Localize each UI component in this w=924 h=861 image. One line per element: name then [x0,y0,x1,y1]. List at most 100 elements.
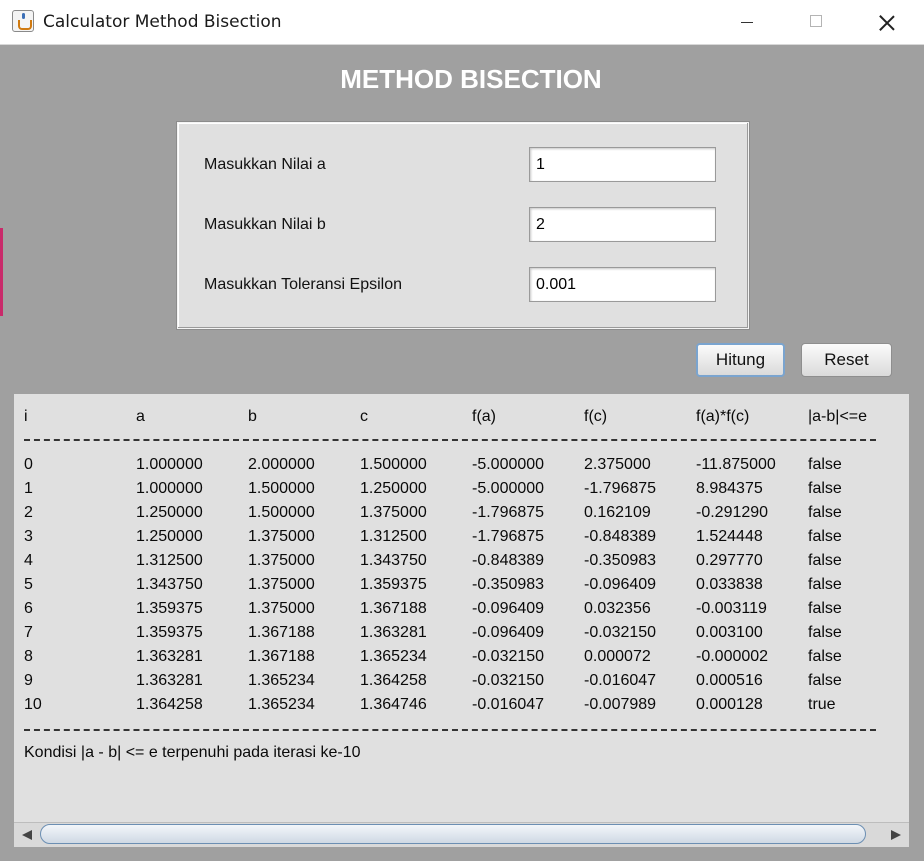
table-cell: 3 [24,528,33,545]
table-cell: false [808,456,842,473]
table-cell: 1.365234 [248,696,315,713]
table-cell: -0.096409 [472,600,545,617]
table-cell: -0.016047 [584,672,657,689]
table-cell: 0.000072 [584,648,651,665]
column-header: b [248,408,257,425]
table-row: 1 1.000000 1.500000 1.250000 -5.000000 -1.796… [14,480,909,502]
table-cell: -0.350983 [584,552,657,569]
table-cell: 2.000000 [248,456,315,473]
column-header: |a-b|<=e [808,408,868,425]
separator-top [24,439,876,441]
input-nilai-b[interactable] [529,207,716,242]
table-cell: 1.365234 [248,672,315,689]
table-cell: 2 [24,504,33,521]
table-cell: -5.000000 [472,480,545,497]
table-cell: 1.363281 [360,624,427,641]
table-cell: 0.000128 [696,696,763,713]
table-cell: 1.000000 [136,456,203,473]
input-nilai-a[interactable] [529,147,716,182]
table-row: 6 1.359375 1.375000 1.367188 -0.096409 0.0323… [14,600,909,622]
page-title: METHOD BISECTION [340,64,602,94]
separator-bottom [24,729,876,731]
table-cell: 0.033838 [696,576,763,593]
table-cell: 1.250000 [136,528,203,545]
table-row: 7 1.359375 1.367188 1.363281 -0.096409 -0.032… [14,624,909,646]
table-cell: 1.363281 [136,648,203,665]
java-cup-icon [12,10,34,32]
table-row: 5 1.343750 1.375000 1.359375 -0.350983 -0.096… [14,576,909,598]
table-cell: false [808,528,842,545]
table-cell: 1.359375 [360,576,427,593]
table-cell: 1.359375 [136,624,203,641]
table-cell: 10 [24,696,42,713]
table-cell: 1.367188 [248,648,315,665]
table-cell: 1.250000 [360,480,427,497]
table-row: 9 1.363281 1.365234 1.364258 -0.032150 -0.016… [14,672,909,694]
table-cell: 1.375000 [248,528,315,545]
table-row: 8 1.363281 1.367188 1.365234 -0.032150 0.0000… [14,648,909,670]
table-cell: 1.359375 [136,600,203,617]
column-header: f(c) [584,408,608,425]
scroll-right-arrow-icon[interactable] [885,825,905,843]
table-cell: 1.312500 [136,552,203,569]
table-cell: 1.250000 [136,504,203,521]
hitung-button[interactable]: Hitung [696,343,785,377]
table-cell: -0.096409 [472,624,545,641]
table-cell: 1.000000 [136,480,203,497]
table-cell: 0.297770 [696,552,763,569]
table-cell: -0.003119 [696,600,767,617]
label-nilai-a: Masukkan Nilai a [204,156,326,173]
minimize-icon[interactable] [712,0,782,45]
table-cell: 1.364746 [360,696,427,713]
table-cell: -1.796875 [472,504,545,521]
table-cell: 0.162109 [584,504,651,521]
table-cell: 0.003100 [696,624,763,641]
table-cell: 8 [24,648,33,665]
column-header: f(a) [472,408,496,425]
column-header: f(a)*f(c) [696,408,750,425]
column-header: a [136,408,145,425]
table-cell: false [808,624,842,641]
table-cell: 1.524448 [696,528,763,545]
input-epsilon[interactable] [529,267,716,302]
table-cell: true [808,696,836,713]
table-cell: 4 [24,552,33,569]
table-row: 3 1.250000 1.375000 1.312500 -1.796875 -0.848… [14,528,909,550]
table-cell: false [808,504,842,521]
table-cell: 0.032356 [584,600,651,617]
table-cell: 9 [24,672,33,689]
table-cell: -0.032150 [472,672,545,689]
table-cell: -0.848389 [472,552,545,569]
result-text-area[interactable]: i a b c f(a) f(c) f(a)*f(c) |a-b|<=e 0 1.000000 2… [14,394,909,822]
close-icon[interactable] [852,0,922,45]
column-header: c [360,408,368,425]
table-cell: 1.365234 [360,648,427,665]
table-cell: -0.350983 [472,576,545,593]
table-cell: 1.312500 [360,528,427,545]
table-cell: 1.375000 [248,552,315,569]
reset-button[interactable]: Reset [801,343,892,377]
table-cell: 1.375000 [248,600,315,617]
table-cell: 2.375000 [584,456,651,473]
table-cell: 8.984375 [696,480,763,497]
status-message: Kondisi |a - b| <= e terpenuhi pada iter… [24,744,361,761]
table-cell: 1.367188 [248,624,315,641]
maximize-icon[interactable] [782,0,852,45]
column-header: i [24,408,28,425]
table-row: 0 1.000000 2.000000 1.500000 -5.000000 2.3750… [14,456,909,478]
table-cell: false [808,576,842,593]
horizontal-scrollbar[interactable] [14,822,909,847]
input-panel: Masukkan Nilai a Masukkan Nilai b Masukk… [177,122,749,329]
table-cell: 1 [24,480,33,497]
table-cell: false [808,552,842,569]
table-cell: -0.000002 [696,648,769,665]
table-cell: 7 [24,624,33,641]
table-cell: 1.343750 [136,576,203,593]
table-cell: -0.016047 [472,696,545,713]
table-cell: 1.500000 [360,456,427,473]
table-cell: -1.796875 [584,480,657,497]
table-cell: 5 [24,576,33,593]
scroll-thumb[interactable] [40,824,866,844]
label-nilai-b: Masukkan Nilai b [204,216,326,233]
scroll-left-arrow-icon[interactable] [18,825,38,843]
